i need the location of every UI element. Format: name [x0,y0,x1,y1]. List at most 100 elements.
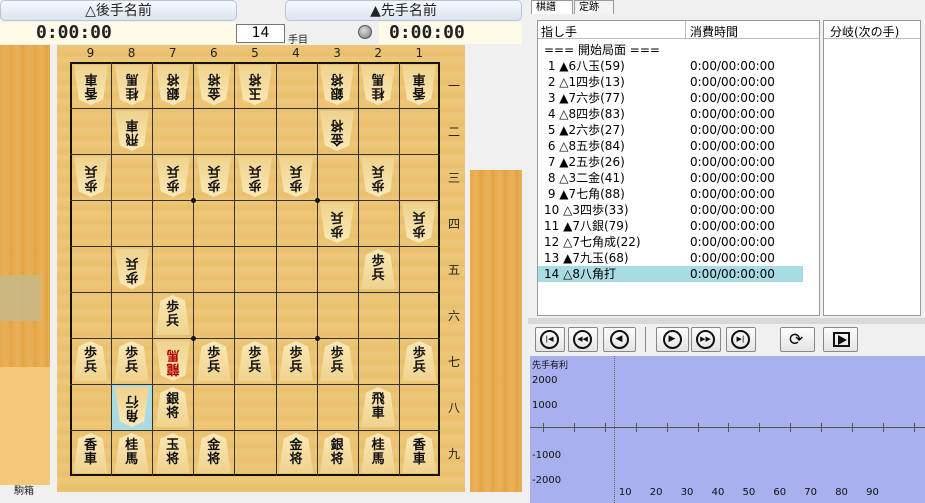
kifu-header-divider [685,21,686,39]
kifu-row[interactable]: 3 ▲7六歩(77) 0:00/00:00:00 [538,90,803,106]
shogi-piece[interactable]: 歩兵 [279,341,313,381]
piece-box-area[interactable] [0,367,50,485]
first-move-button[interactable]: |◀ [535,327,565,352]
tab-kifu[interactable]: 棋譜 [531,0,573,14]
branch-list[interactable]: 分岐(次の手) [823,20,921,316]
move-number-box[interactable]: 14 [236,24,285,43]
kifu-header-move: 指し手 [541,25,578,39]
piece-char: 歩 [289,177,303,192]
shogi-piece[interactable]: 飛車 [361,387,396,427]
shogi-piece[interactable]: 銀将 [155,387,190,427]
piece-char: 車 [125,117,139,132]
shogi-piece[interactable]: 歩兵 [197,157,231,197]
shogi-piece[interactable]: 龍馬 [156,341,190,381]
shogi-piece[interactable]: 歩兵 [361,249,396,289]
kifu-row[interactable]: 11 ▲7八銀(79) 0:00/00:00:00 [538,218,803,234]
shogi-piece[interactable]: 歩兵 [279,157,313,197]
piece-char: 歩 [207,177,221,192]
shogi-piece[interactable]: 桂馬 [114,433,149,473]
kifu-row[interactable]: 7 ▲2五歩(26) 0:00/00:00:00 [538,154,803,170]
shogi-piece[interactable]: 桂馬 [361,433,396,473]
piece-char: 歩 [248,177,262,192]
next-button[interactable]: ▶ [656,327,689,352]
kifu-row[interactable]: 9 ▲7七角(88) 0:00/00:00:00 [538,186,803,202]
panel-splitter[interactable] [528,318,925,324]
prev-button[interactable]: ◀ [603,327,636,352]
kifu-row[interactable]: 8 △3二金(41) 0:00/00:00:00 [538,170,803,186]
board-hline [70,384,440,385]
shogi-piece[interactable]: 玉将 [238,65,272,105]
piece-char: 歩 [83,346,97,361]
piece-char: 銀 [330,85,344,100]
piece-char: 兵 [330,209,344,224]
next10-button[interactable]: ▶▶ [691,327,721,352]
piece-char: 歩 [84,177,98,192]
tab-joseki[interactable]: 定跡 [574,0,614,14]
shogi-piece[interactable]: 歩兵 [114,341,149,381]
shogi-piece[interactable]: 金将 [320,111,354,151]
shogi-piece[interactable]: 歩兵 [155,295,190,335]
shogi-piece[interactable]: 銀将 [320,65,354,105]
shogi-piece[interactable]: 歩兵 [320,203,354,243]
piece-char: 歩 [412,346,426,361]
prev-icon: ◀ [609,329,629,349]
piece-char: 歩 [125,346,139,361]
kifu-row[interactable]: 12 △7七角成(22) 0:00/00:00:00 [538,234,803,250]
kifu-row[interactable]: 5 ▲2六歩(27) 0:00/00:00:00 [538,122,803,138]
shogi-piece[interactable]: 歩兵 [320,341,355,381]
board-vline [398,62,400,476]
shogi-piece[interactable]: 金将 [196,433,231,473]
shogi-piece[interactable]: 銀将 [156,65,190,105]
kifu-row[interactable]: === 開始局面 === [538,42,803,58]
shogi-piece[interactable]: 歩兵 [402,203,436,243]
piece-char: 飛 [125,131,139,146]
shogi-piece[interactable]: 歩兵 [402,341,437,381]
piece-char: 兵 [289,360,303,375]
shogi-piece[interactable]: 歩兵 [238,157,272,197]
shogi-piece[interactable]: 銀将 [320,433,355,473]
shogi-piece[interactable]: 香車 [73,433,108,473]
first-move-icon: |◀ [540,329,559,349]
shogi-piece[interactable]: 歩兵 [156,157,190,197]
board-vline [152,62,154,476]
kifu-row[interactable]: 14 △8八角打 0:00/00:00:00 [538,266,803,282]
kifu-row[interactable]: 10 △3四歩(33) 0:00/00:00:00 [538,202,803,218]
shogi-piece[interactable]: 歩兵 [196,341,231,381]
piece-char: 行 [125,393,139,408]
piece-char: 兵 [207,360,221,375]
sente-piece-stand[interactable] [470,170,522,492]
play-button[interactable] [823,327,858,352]
shogi-piece[interactable]: 金将 [197,65,231,105]
piece-char: 兵 [412,209,426,224]
kifu-row[interactable]: 1 ▲6八玉(59) 0:00/00:00:00 [538,58,803,74]
last-move-button[interactable]: ▶| [726,327,756,352]
flip-board-button[interactable]: ⟳ [780,327,815,352]
branch-header: 分岐(次の手) [824,21,920,39]
piece-char: 桂 [371,85,385,100]
kifu-row[interactable]: 2 △1四歩(13) 0:00/00:00:00 [538,74,803,90]
graph-x-tick [728,423,730,432]
kifu-row[interactable]: 13 ▲7九玉(68) 0:00/00:00:00 [538,250,803,266]
shogi-piece[interactable]: 歩兵 [237,341,272,381]
graph-current-move-cursor [614,356,615,503]
prev10-button[interactable]: ◀◀ [568,327,598,352]
piece-char: 龍 [166,361,180,376]
graph-ylabel-2000: 2000 [532,375,558,386]
board-vline [193,62,195,476]
graph-x-label: 60 [773,487,787,498]
kifu-row[interactable]: 4 △8四歩(83) 0:00/00:00:00 [538,106,803,122]
kifu-time-text: 0:00/00:00:00 [690,267,775,281]
shogi-piece[interactable]: 玉将 [155,433,190,473]
shogi-piece[interactable]: 歩兵 [361,157,395,197]
kifu-time-text: 0:00/00:00:00 [690,75,775,89]
evaluation-graph[interactable]: 先手有利 2000 1000 -1000 -2000 10 20 30 40 50 60 7… [530,356,925,503]
kifu-row[interactable]: 6 △8五歩(84) 0:00/00:00:00 [538,138,803,154]
shogi-piece[interactable]: 歩兵 [73,341,108,381]
kifu-move-text: === 開始局面 === [544,43,660,57]
shogi-piece[interactable]: 金将 [279,433,313,473]
kifu-move-text: 13 ▲7九玉(68) [544,251,629,265]
shogi-piece[interactable]: 香車 [402,433,437,473]
shogi-piece[interactable]: 桂馬 [361,65,395,105]
kifu-list[interactable]: 指し手 消費時間 === 開始局面 === 1 ▲6八玉(59) 0:00/00:… [537,20,820,316]
shogi-piece[interactable]: 香車 [402,65,436,105]
